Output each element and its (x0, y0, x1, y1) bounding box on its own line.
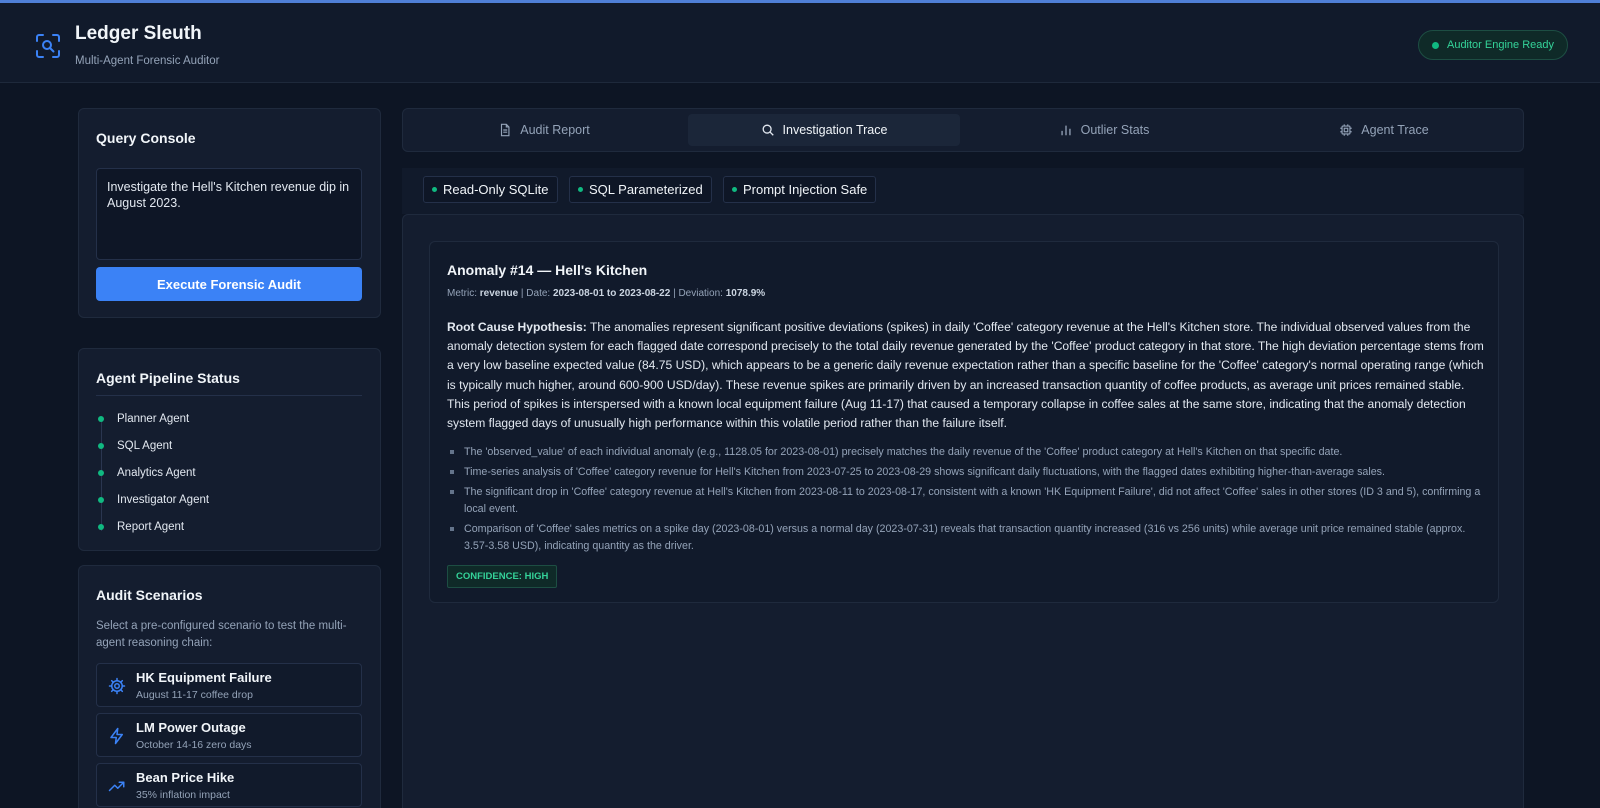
scenario-hk-equipment-failure[interactable]: HK Equipment Failure August 11-17 coffee… (96, 663, 362, 707)
security-badge: SQL Parameterized (569, 176, 712, 203)
engine-status-badge: Auditor Engine Ready (1417, 30, 1568, 60)
anomaly-card: Anomaly #14 — Hell's Kitchen Metric: rev… (429, 241, 1499, 603)
bar-chart-icon (1061, 125, 1071, 136)
evidence-item: The significant drop in 'Coffee' categor… (447, 484, 1487, 518)
evidence-item: The 'observed_value' of each individual … (447, 444, 1487, 461)
agent-label: SQL Agent (117, 440, 173, 452)
scenario-title: LM Power Outage (136, 720, 246, 735)
engine-status-text: Auditor Engine Ready (1446, 39, 1554, 51)
agent-status-dot-icon (98, 443, 104, 449)
meta-metric-value: revenue (479, 288, 519, 299)
pipeline-agent: Report Agent (96, 519, 184, 535)
execute-audit-button[interactable]: Execute Forensic Audit (96, 267, 362, 301)
agent-status-dot-icon (98, 416, 104, 422)
pipeline-agent: SQL Agent (96, 438, 172, 454)
tab-investigation-trace[interactable]: Investigation Trace (688, 114, 960, 146)
agent-status-dot-icon (98, 497, 104, 503)
agent-label: Planner Agent (117, 413, 190, 425)
security-badge: Read-Only SQLite (423, 176, 558, 203)
tab-audit-report[interactable]: Audit Report (408, 114, 680, 146)
meta-date-value: 2023-08-01 to 2023-08-22 (552, 288, 671, 299)
agent-status-dot-icon (98, 524, 104, 530)
app-header: Ledger Sleuth Multi-Agent Forensic Audit… (0, 3, 1600, 83)
audit-scenarios-panel: Audit Scenarios Select a pre-configured … (78, 565, 381, 808)
app-subtitle: Multi-Agent Forensic Auditor (75, 55, 220, 67)
query-console-panel: Query Console Investigate the Hell's Kit… (78, 108, 381, 318)
scenario-bean-price-hike[interactable]: Bean Price Hike 35% inflation impact (96, 763, 362, 807)
tab-label: Investigation Trace (782, 123, 888, 137)
agent-pipeline-panel: Agent Pipeline Status Planner Agent SQL … (78, 348, 381, 551)
scenario-subtitle: October 14-16 zero days (136, 739, 252, 751)
badge-dot-icon (432, 187, 437, 192)
anomaly-meta: Metric: revenue | Date: 2023-08-01 to 20… (447, 288, 765, 299)
confidence-badge: CONFIDENCE: HIGH (447, 565, 558, 588)
tab-label: Outlier Stats (1080, 123, 1150, 137)
query-input[interactable]: Investigate the Hell's Kitchen revenue d… (96, 168, 362, 260)
meta-deviation-label: | Deviation: (673, 288, 723, 299)
anomaly-title: Anomaly #14 — Hell's Kitchen (447, 262, 648, 278)
badge-dot-icon (578, 187, 583, 192)
status-dot-icon (1431, 41, 1439, 49)
scenarios-description: Select a pre-configured scenario to test… (96, 620, 347, 649)
meta-date-label: | Date: (520, 288, 551, 299)
badge-dot-icon (732, 187, 737, 192)
hypothesis-label: Root Cause Hypothesis: (447, 320, 587, 334)
gear-icon (108, 677, 126, 695)
chip-icon (1340, 124, 1352, 136)
meta-deviation-value: 1078.9% (725, 288, 766, 299)
divider (96, 395, 362, 396)
query-console-title: Query Console (96, 130, 196, 146)
evidence-item: Comparison of 'Coffee' sales metrics on … (447, 521, 1487, 555)
hypothesis-text: The anomalies represent significant posi… (447, 320, 1484, 431)
trending-up-icon (108, 781, 125, 792)
meta-metric-label: Metric: (447, 288, 477, 299)
agent-status-dot-icon (98, 470, 104, 476)
scenario-lm-power-outage[interactable]: LM Power Outage October 14-16 zero days (96, 713, 362, 757)
scenario-title: HK Equipment Failure (136, 670, 272, 685)
root-cause-hypothesis: Root Cause Hypothesis: The anomalies rep… (447, 318, 1487, 433)
tab-outlier-stats[interactable]: Outlier Stats (968, 114, 1240, 146)
investigation-content: Anomaly #14 — Hell's Kitchen Metric: rev… (402, 214, 1524, 808)
evidence-list: The 'observed_value' of each individual … (447, 444, 1487, 558)
scenario-subtitle: August 11-17 coffee drop (136, 689, 253, 701)
badge-label: Prompt Injection Safe (743, 182, 868, 197)
scenario-title: Bean Price Hike (136, 770, 235, 785)
pipeline-agent: Analytics Agent (96, 465, 196, 481)
scenarios-title: Audit Scenarios (96, 587, 203, 603)
badge-label: SQL Parameterized (589, 182, 703, 197)
tab-label: Agent Trace (1361, 123, 1429, 137)
pipeline-agent: Investigator Agent (96, 492, 209, 508)
main-tabs: Audit Report Investigation Trace Outlier… (402, 108, 1524, 152)
lightning-icon (110, 727, 123, 745)
tab-label: Audit Report (520, 123, 590, 137)
security-badges-bar: Read-Only SQLite SQL Parameterized Promp… (402, 168, 1524, 214)
scenario-subtitle: 35% inflation impact (136, 789, 230, 801)
document-icon (501, 123, 510, 137)
tab-agent-trace[interactable]: Agent Trace (1248, 114, 1520, 146)
search-icon (762, 124, 774, 136)
agent-label: Report Agent (117, 521, 185, 533)
app-title: Ledger Sleuth (75, 23, 202, 44)
security-badge: Prompt Injection Safe (723, 176, 877, 203)
evidence-item: Time-series analysis of 'Coffee' categor… (447, 464, 1487, 481)
scan-search-icon (36, 34, 60, 58)
pipeline-title: Agent Pipeline Status (96, 370, 240, 386)
agent-label: Analytics Agent (117, 467, 196, 479)
badge-label: Read-Only SQLite (443, 182, 549, 197)
pipeline-agent: Planner Agent (96, 411, 189, 427)
agent-label: Investigator Agent (117, 494, 210, 506)
